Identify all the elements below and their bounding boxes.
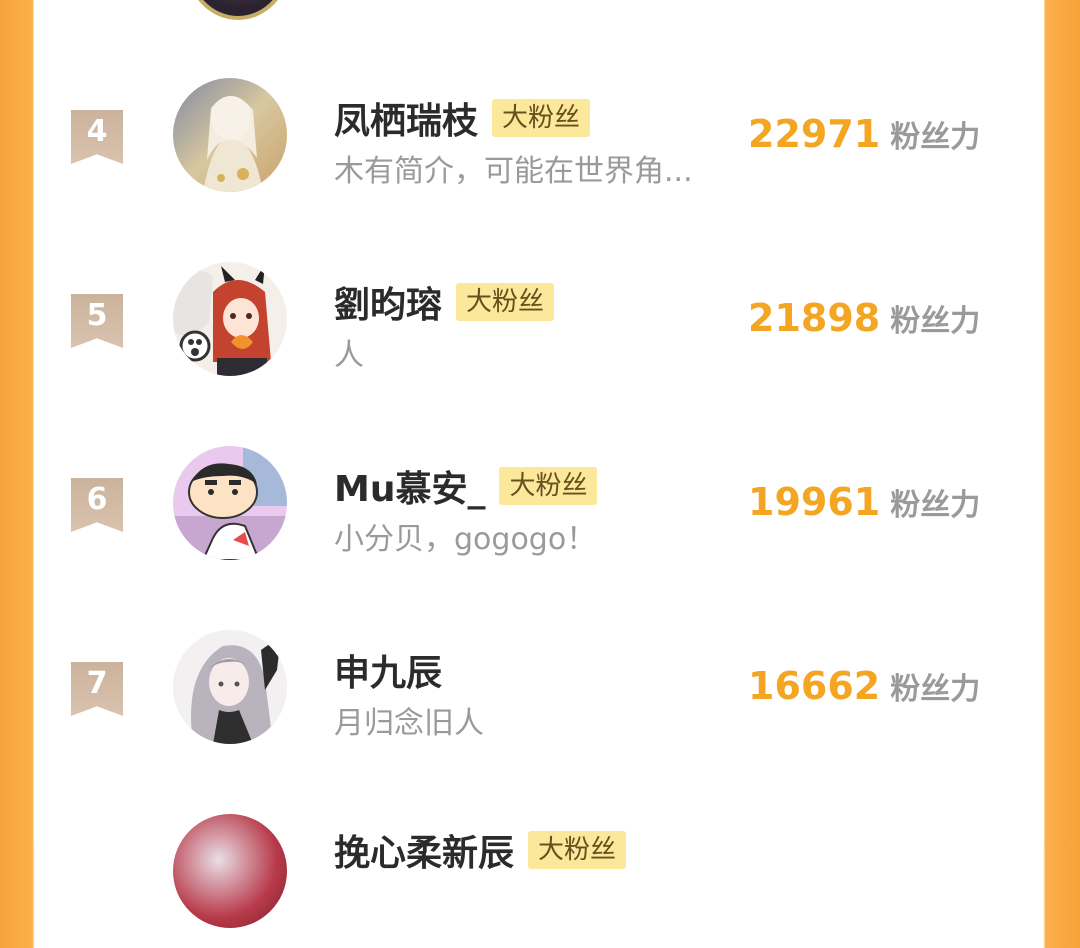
- avatar-cartoon-boy-icon: [173, 446, 287, 560]
- fan-score: 16662 粉丝力: [748, 664, 980, 708]
- avatar-partial-top[interactable]: [186, 0, 290, 20]
- score-value: 19961: [748, 480, 881, 524]
- list-item[interactable]: 7 申九辰 月归念旧人 16662 粉丝力: [34, 614, 1044, 764]
- fan-name-text: 劉昀瑢: [334, 285, 443, 326]
- rank-ribbon: 6: [71, 478, 123, 532]
- fan-name[interactable]: 凤栖瑞枝 大粉丝: [334, 92, 591, 144]
- fan-score: 22971 粉丝力: [748, 112, 980, 156]
- fan-score: 21898 粉丝力: [748, 296, 980, 340]
- avatar[interactable]: [173, 78, 287, 192]
- avatar[interactable]: [173, 446, 287, 560]
- fan-badge: 大粉丝: [456, 283, 555, 321]
- score-unit: 粉丝力: [890, 120, 981, 155]
- fan-name[interactable]: 挽心柔新辰 大粉丝: [334, 824, 627, 876]
- fan-badge: 大粉丝: [492, 99, 591, 137]
- fan-name-text: Mu慕安_: [334, 469, 486, 510]
- rank-ribbon: 5: [71, 294, 123, 348]
- avatar-white-haired-figure-icon: [173, 78, 287, 192]
- fan-badge: 大粉丝: [528, 831, 627, 869]
- fan-intro: 人: [334, 338, 364, 373]
- avatar[interactable]: [173, 630, 287, 744]
- list-item[interactable]: 4 凤栖瑞枝 大粉丝 木有简介，可能在世界角... 22971 粉丝力: [34, 62, 1044, 212]
- avatar[interactable]: [173, 262, 287, 376]
- fan-intro: 木有简介，可能在世界角...: [334, 154, 693, 189]
- list-item[interactable]: 5 劉昀瑢 大粉丝 人 21898 粉丝力: [34, 246, 1044, 396]
- fan-badge: 大粉丝: [499, 467, 598, 505]
- fan-ranking-panel: 4 凤栖瑞枝 大粉丝 木有简介，可能在世界角... 22971 粉丝力 5 劉昀…: [34, 0, 1044, 928]
- avatar-partial-bottom[interactable]: [173, 814, 287, 928]
- list-item[interactable]: 6 Mu慕安_ 大粉丝 小分贝，gogogo！ 19961 粉丝力: [34, 430, 1044, 580]
- score-unit: 粉丝力: [890, 672, 981, 707]
- fan-name-text: 挽心柔新辰: [334, 833, 515, 874]
- rank-ribbon: 4: [71, 110, 123, 164]
- score-value: 21898: [748, 296, 881, 340]
- fan-name-text: 凤栖瑞枝: [334, 101, 479, 142]
- avatar-gray-haired-girl-icon: [173, 630, 287, 744]
- rank-ribbon: 7: [71, 662, 123, 716]
- fan-name[interactable]: 申九辰: [334, 644, 442, 696]
- avatar-red-haired-girl-icon: [173, 262, 287, 376]
- score-value: 16662: [748, 664, 881, 708]
- fan-score: 19961 粉丝力: [748, 480, 980, 524]
- fan-intro: 月归念旧人: [334, 706, 484, 741]
- fan-intro: 小分贝，gogogo！: [334, 522, 597, 557]
- score-value: 22971: [748, 112, 881, 156]
- fan-name[interactable]: 劉昀瑢 大粉丝: [334, 276, 555, 328]
- score-unit: 粉丝力: [890, 488, 981, 523]
- fan-name[interactable]: Mu慕安_ 大粉丝: [334, 460, 598, 512]
- fan-name-text: 申九辰: [334, 653, 443, 694]
- list-item-partial[interactable]: 挽心柔新辰 大粉丝: [34, 798, 1044, 948]
- score-unit: 粉丝力: [890, 304, 981, 339]
